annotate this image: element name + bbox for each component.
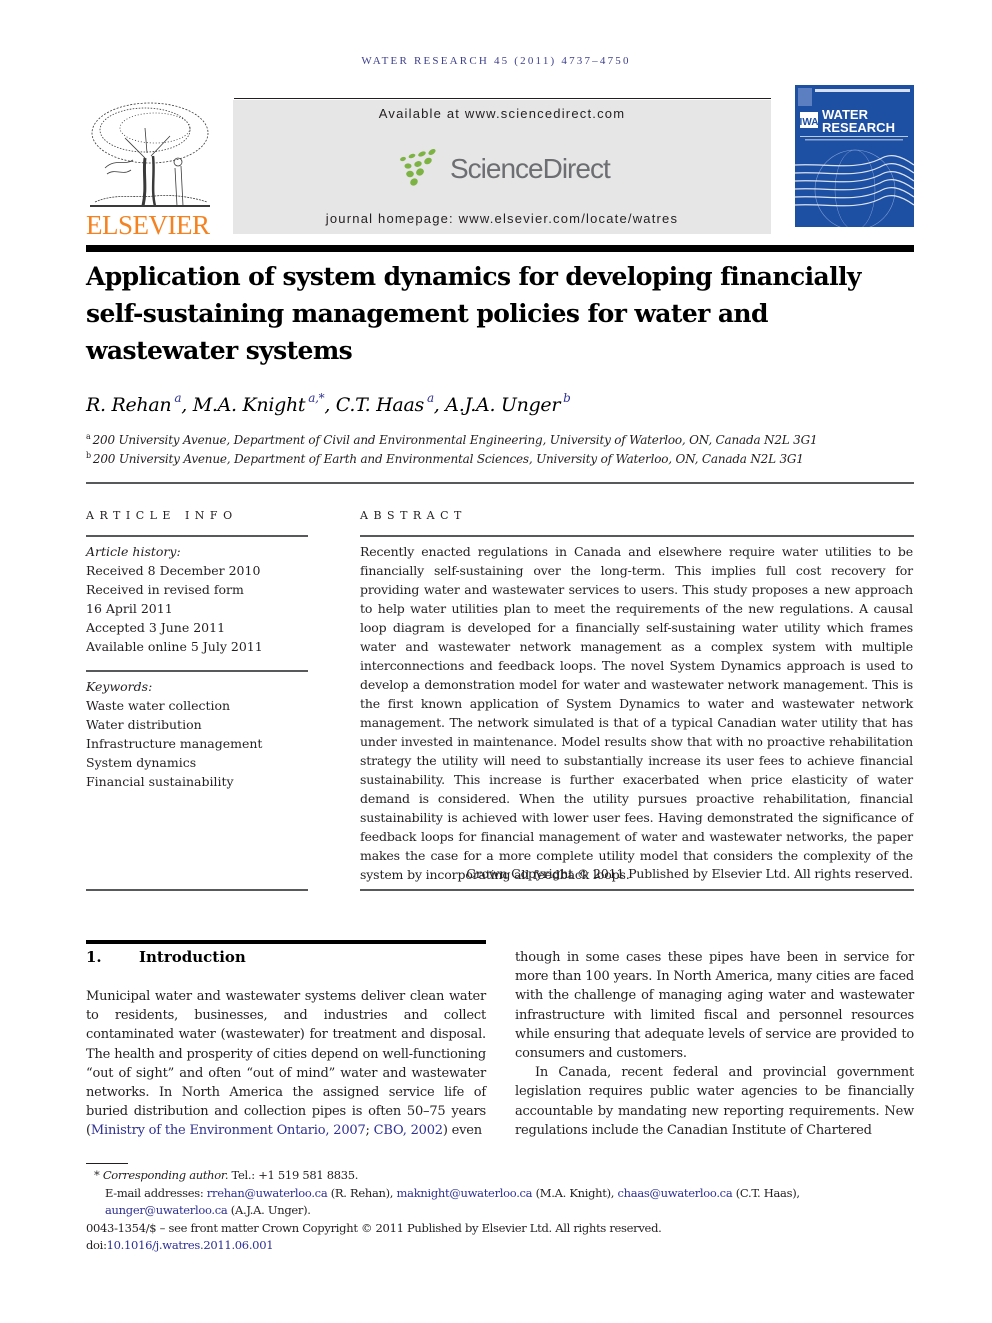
doi-link[interactable]: 10.1016/j.watres.2011.06.001: [107, 1238, 274, 1252]
email-link[interactable]: chaas@uwaterloo.ca: [618, 1186, 733, 1200]
sciencedirect-wordmark[interactable]: ScienceDirect: [450, 153, 611, 185]
body-column-left: Municipal water and wastewater systems d…: [86, 987, 486, 1141]
abstract-heading: ABSTRACT: [360, 509, 467, 522]
paragraph: though in some cases these pipes have be…: [515, 950, 914, 1062]
keywords-rule: [86, 670, 308, 672]
abstract-copyright: Crown Copyright © 2011 Published by Else…: [466, 866, 913, 881]
paragraph: Municipal water and wastewater systems d…: [86, 989, 486, 1139]
masthead-bottom-rule: [86, 245, 914, 252]
affiliation-b: b 200 University Avenue, Department of Ea…: [86, 451, 804, 467]
section-rule: [86, 940, 486, 944]
keyword-item: Water distribution: [86, 717, 202, 732]
email-addresses: E-mail addresses: rrehan@uwaterloo.ca (R…: [105, 1185, 800, 1218]
history-item: 16 April 2011: [86, 601, 173, 616]
article-info-rule: [86, 535, 308, 537]
article-info-bottom-rule: [86, 889, 308, 891]
available-at-link[interactable]: Available at www.sciencedirect.com: [233, 106, 771, 121]
email-link[interactable]: rrehan@uwaterloo.ca: [207, 1186, 328, 1200]
keyword-item: Financial sustainability: [86, 774, 234, 789]
author-name: A.J.A. Unger: [445, 394, 561, 416]
masthead-top-rule: [234, 98, 771, 99]
history-item: Available online 5 July 2011: [86, 639, 263, 654]
keywords-list: Keywords: Waste water collection Water d…: [86, 677, 308, 791]
citation-link[interactable]: Ministry of the Environment Ontario, 200…: [91, 1123, 366, 1138]
article-info-heading: ARTICLE INFO: [86, 509, 238, 522]
affiliation-a: a 200 University Avenue, Department of Ci…: [86, 432, 818, 448]
affiliation-text: 200 University Avenue, Department of Ear…: [92, 452, 804, 466]
history-item: Received in revised form: [86, 582, 244, 597]
cover-title-line2: RESEARCH: [822, 120, 895, 135]
corresponding-author-note: * Corresponding author. Tel.: +1 519 581…: [94, 1168, 359, 1182]
author-affiliation-link[interactable]: a: [427, 391, 434, 405]
article-history: Article history: Received 8 December 201…: [86, 542, 308, 656]
elsevier-wordmark: ELSEVIER: [86, 210, 210, 240]
keyword-item: Infrastructure management: [86, 736, 263, 751]
author-list: R. Rehan a, M.A. Knight a,*, C.T. Haas a, A…: [86, 391, 571, 416]
doi-line: doi:10.1016/j.watres.2011.06.001: [86, 1238, 274, 1252]
history-item: Accepted 3 June 2011: [86, 620, 226, 635]
section-number: 1.: [86, 948, 102, 966]
body-column-right: though in some cases these pipes have be…: [515, 948, 914, 1140]
front-matter-note: 0043-1354/$ – see front matter Crown Cop…: [86, 1220, 662, 1235]
author-affiliation-link[interactable]: a,*: [308, 391, 324, 405]
email-link[interactable]: aunger@uwaterloo.ca: [105, 1203, 228, 1217]
affiliation-marker: a: [86, 432, 91, 441]
keyword-item: Waste water collection: [86, 698, 231, 713]
citation-link[interactable]: CBO, 2002: [374, 1123, 443, 1138]
abstract-bottom-rule: [360, 889, 914, 891]
section-heading-introduction: 1. Introduction: [86, 948, 246, 966]
email-link[interactable]: maknight@uwaterloo.ca: [397, 1186, 533, 1200]
article-title: Application of system dynamics for devel…: [86, 262, 861, 365]
section-title: Introduction: [139, 948, 246, 966]
author-affiliation-link[interactable]: b: [563, 391, 571, 405]
author-name: R. Rehan: [86, 394, 172, 416]
keywords-label: Keywords:: [86, 679, 153, 694]
history-label: Article history:: [86, 544, 181, 559]
running-head: WATER RESEARCH 45 (2011) 4737–4750: [361, 55, 631, 67]
author-name: C.T. Haas: [335, 394, 424, 416]
journal-homepage-link[interactable]: journal homepage: www.elsevier.com/locat…: [233, 211, 771, 226]
header-divider: [86, 482, 914, 484]
abstract-rule: [360, 535, 914, 537]
history-item: Received 8 December 2010: [86, 563, 261, 578]
footnote-rule: [86, 1163, 128, 1164]
footnotes: * Corresponding author. Tel.: +1 519 581…: [86, 1167, 916, 1255]
affiliation-text: 200 University Avenue, Department of Civ…: [92, 433, 818, 447]
author-name: M.A. Knight: [192, 394, 306, 416]
abstract-body: Recently enacted regulations in Canada a…: [360, 544, 913, 882]
journal-cover-thumbnail[interactable]: IWA WATER RESEARCH: [795, 85, 914, 235]
cover-badge: IWA: [800, 117, 819, 128]
keyword-item: System dynamics: [86, 755, 197, 770]
affiliation-marker: b: [86, 451, 91, 460]
paragraph: In Canada, recent federal and provincial…: [515, 1065, 914, 1138]
